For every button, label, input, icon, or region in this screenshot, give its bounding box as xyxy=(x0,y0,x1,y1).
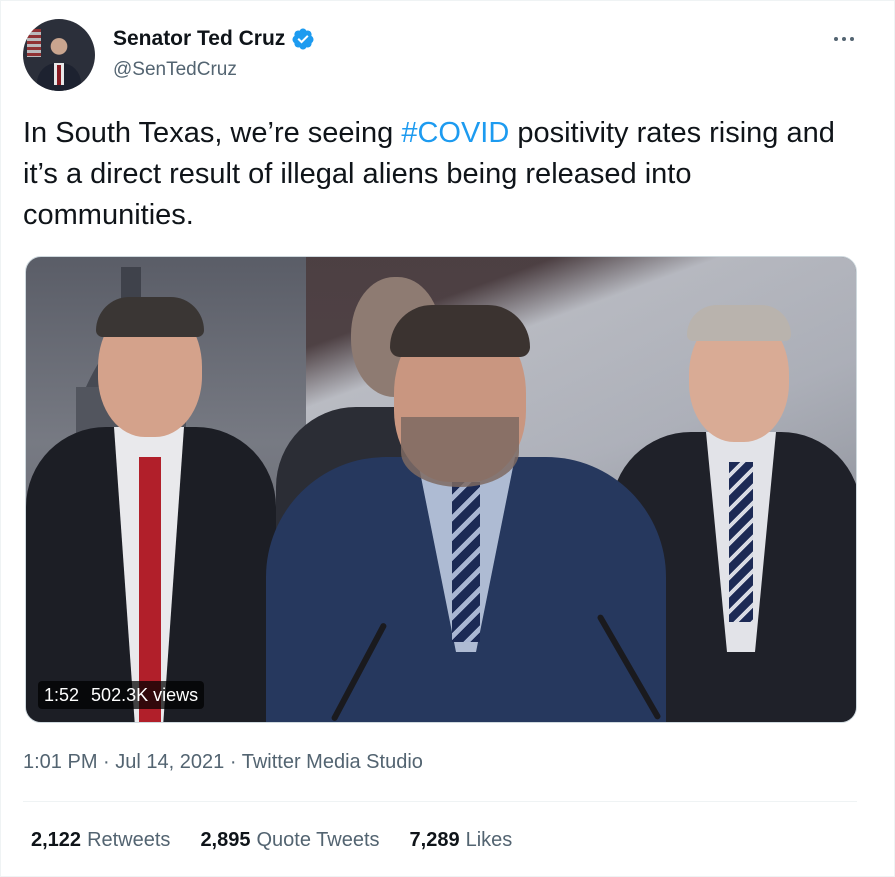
person-speaker xyxy=(266,257,666,722)
tweet-metadata: 1:01 PM · Jul 14, 2021 · Twitter Media S… xyxy=(23,751,423,774)
author-name-row: Senator Ted Cruz xyxy=(113,27,315,51)
video-info-badge: 1:52 502.3K views xyxy=(38,681,205,709)
author-display-name[interactable]: Senator Ted Cruz xyxy=(113,27,285,51)
tweet-source[interactable]: Twitter Media Studio xyxy=(242,751,423,773)
more-dot xyxy=(850,37,854,41)
tweet-card: Senator Ted Cruz @SenTedCruz In South Te… xyxy=(0,0,895,877)
person-hair xyxy=(687,305,791,341)
meta-separator: · xyxy=(103,751,110,773)
more-options-icon[interactable] xyxy=(827,27,861,51)
person-hair xyxy=(96,297,204,337)
video-duration: 1:52 xyxy=(44,684,80,705)
meta-separator: · xyxy=(229,751,237,773)
tweet-text: In South Texas, we’re seeing #COVID posi… xyxy=(23,113,863,236)
video-views: 502.3K views xyxy=(91,684,199,705)
retweets-stat[interactable]: 2,122 Retweets xyxy=(31,829,170,852)
divider xyxy=(23,801,857,802)
likes-label: Likes xyxy=(465,829,513,851)
author-handle[interactable]: @SenTedCruz xyxy=(113,59,237,81)
avatar-flag xyxy=(27,29,41,57)
more-dot xyxy=(834,37,838,41)
tweet-date[interactable]: Jul 14, 2021 xyxy=(115,751,224,773)
person-tie xyxy=(452,482,480,642)
quote-tweets-label: Quote Tweets xyxy=(256,829,380,851)
person-left xyxy=(26,257,276,722)
retweets-count: 2,122 xyxy=(31,829,82,851)
likes-stat[interactable]: 7,289 Likes xyxy=(410,829,513,852)
tweet-text-before: In South Texas, we’re seeing xyxy=(23,117,402,149)
more-dot xyxy=(842,37,846,41)
avatar-tie xyxy=(57,65,61,85)
person-hair xyxy=(390,305,530,357)
person-beard xyxy=(401,417,519,487)
verified-badge-icon xyxy=(292,28,314,50)
engagement-stats: 2,122 Retweets 2,895 Quote Tweets 7,289 … xyxy=(31,829,512,852)
retweets-label: Retweets xyxy=(87,829,171,851)
video-player[interactable]: 1:52 502.3K views xyxy=(25,256,857,723)
quote-tweets-stat[interactable]: 2,895 Quote Tweets xyxy=(200,829,379,852)
quote-tweets-count: 2,895 xyxy=(200,829,251,851)
hashtag-link[interactable]: #COVID xyxy=(401,117,509,149)
likes-count: 7,289 xyxy=(409,829,460,851)
author-avatar[interactable] xyxy=(23,19,95,91)
person-tie xyxy=(729,462,753,622)
tweet-time[interactable]: 1:01 PM xyxy=(23,751,97,773)
